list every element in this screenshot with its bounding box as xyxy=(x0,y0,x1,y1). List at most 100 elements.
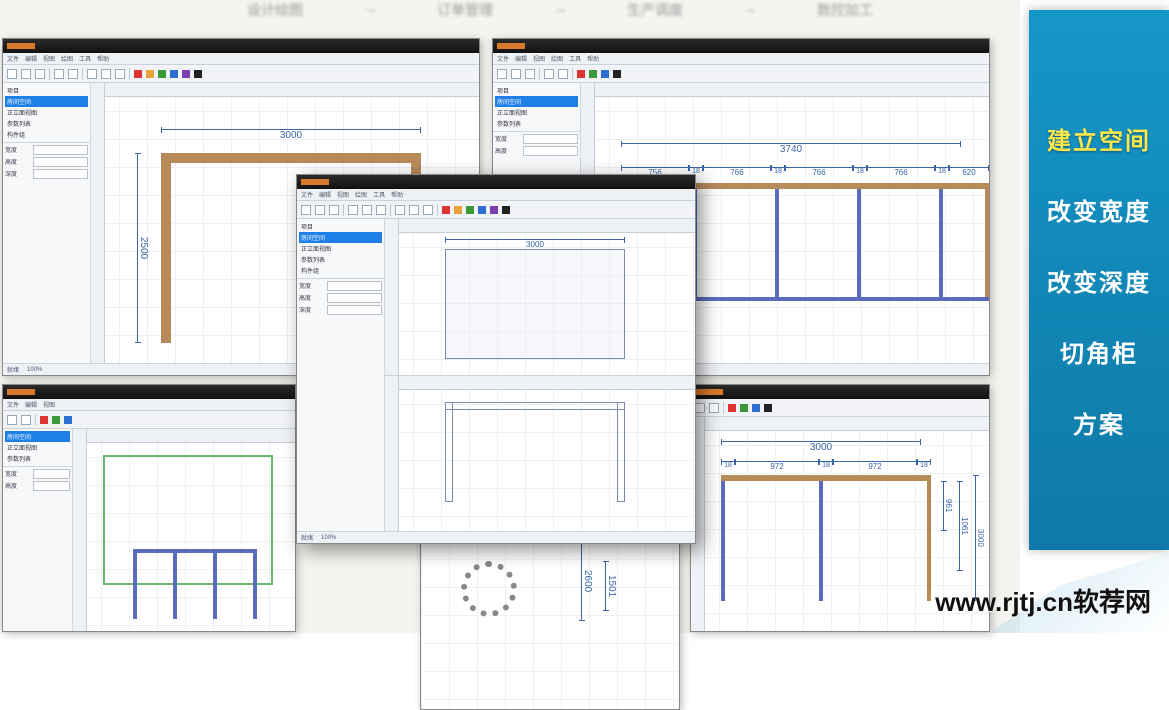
color-swatch[interactable] xyxy=(194,70,202,78)
nav-link-change-depth[interactable]: 改变深度 xyxy=(1047,263,1151,298)
zoom-out-icon[interactable] xyxy=(101,69,111,79)
tree-item-selected[interactable]: 房间空间 xyxy=(5,431,70,442)
save-icon[interactable] xyxy=(329,205,339,215)
nav-link-scheme[interactable]: 方案 xyxy=(1073,405,1125,440)
undo-icon[interactable] xyxy=(54,69,64,79)
color-swatch[interactable] xyxy=(502,206,510,214)
drawing-viewport-elev[interactable] xyxy=(385,376,695,532)
tree-item[interactable]: 正立面视图 xyxy=(299,243,382,254)
color-swatch[interactable] xyxy=(728,404,736,412)
color-swatch[interactable] xyxy=(454,206,462,214)
menubar[interactable]: 文件编辑视图绘图工具帮助 xyxy=(3,53,479,65)
color-swatch[interactable] xyxy=(466,206,474,214)
tree-item[interactable]: 正立面视图 xyxy=(5,442,70,453)
save-icon[interactable] xyxy=(35,69,45,79)
color-swatch[interactable] xyxy=(478,206,486,214)
prop-input[interactable] xyxy=(327,305,382,315)
prop-input[interactable] xyxy=(33,145,88,155)
tree-item[interactable]: 正立面视图 xyxy=(5,107,88,118)
tree-item[interactable]: 构件组 xyxy=(5,129,88,140)
redo-icon[interactable] xyxy=(68,69,78,79)
tree-item-selected[interactable]: 房间空间 xyxy=(5,96,88,107)
color-swatch[interactable] xyxy=(52,416,60,424)
prop-input[interactable] xyxy=(33,157,88,167)
tree-item[interactable]: 项目 xyxy=(495,85,578,96)
toolbar[interactable] xyxy=(3,411,295,429)
drawing-viewport[interactable]: 2600 1501 xyxy=(421,531,679,709)
new-icon[interactable] xyxy=(7,415,17,425)
nav-link-establish-space[interactable]: 建立空间 xyxy=(1047,121,1151,156)
menubar[interactable]: 文件编辑视图 xyxy=(3,399,295,411)
color-swatch[interactable] xyxy=(40,416,48,424)
tree-item[interactable]: 参数列表 xyxy=(5,118,88,129)
zoom-out-icon[interactable] xyxy=(409,205,419,215)
tree-item-selected[interactable]: 房间空间 xyxy=(299,232,382,243)
prop-input[interactable] xyxy=(33,169,88,179)
nav-link-change-width[interactable]: 改变宽度 xyxy=(1047,192,1151,227)
open-icon[interactable] xyxy=(21,69,31,79)
new-icon[interactable] xyxy=(497,69,507,79)
prop-input[interactable] xyxy=(33,481,70,491)
color-swatch[interactable] xyxy=(589,70,597,78)
tree-item[interactable]: 项目 xyxy=(5,85,88,96)
drawing-viewport[interactable] xyxy=(73,429,295,631)
tree-view[interactable]: 房间空间 正立面视图 参数列表 xyxy=(3,429,72,466)
nav-link-corner-cabinet[interactable]: 切角柜 xyxy=(1060,334,1138,369)
color-swatch[interactable] xyxy=(577,70,585,78)
tree-view[interactable]: 项目 房间空间 正立面视图 参数列表 构件组 xyxy=(3,83,90,142)
cut-icon[interactable] xyxy=(348,205,358,215)
color-swatch[interactable] xyxy=(170,70,178,78)
new-icon[interactable] xyxy=(301,205,311,215)
color-swatch[interactable] xyxy=(182,70,190,78)
tree-item[interactable]: 正立面视图 xyxy=(495,107,578,118)
new-icon[interactable] xyxy=(7,69,17,79)
prop-input[interactable] xyxy=(327,281,382,291)
prop-input[interactable] xyxy=(327,293,382,303)
menubar[interactable]: 文件编辑视图绘图工具帮助 xyxy=(297,189,695,201)
color-swatch[interactable] xyxy=(752,404,760,412)
copy-icon[interactable] xyxy=(362,205,372,215)
tree-item[interactable]: 构件组 xyxy=(299,265,382,276)
open-icon[interactable] xyxy=(511,69,521,79)
tree-view[interactable]: 项目 房间空间 正立面视图 参数列表 构件组 xyxy=(297,219,384,278)
prop-input[interactable] xyxy=(523,134,578,144)
toolbar[interactable] xyxy=(3,65,479,83)
tree-item[interactable]: 参数列表 xyxy=(5,453,70,464)
tree-item[interactable]: 参数列表 xyxy=(495,118,578,129)
zoom-out-icon[interactable] xyxy=(558,69,568,79)
tree-item-selected[interactable]: 房间空间 xyxy=(495,96,578,107)
color-swatch[interactable] xyxy=(764,404,772,412)
save-icon[interactable] xyxy=(709,403,719,413)
toolbar[interactable] xyxy=(691,399,989,417)
titlebar[interactable] xyxy=(493,39,989,53)
color-swatch[interactable] xyxy=(146,70,154,78)
open-icon[interactable] xyxy=(315,205,325,215)
tree-item[interactable]: 项目 xyxy=(299,221,382,232)
menubar[interactable]: 文件编辑视图绘图工具帮助 xyxy=(493,53,989,65)
zoom-in-icon[interactable] xyxy=(87,69,97,79)
color-swatch[interactable] xyxy=(442,206,450,214)
titlebar[interactable] xyxy=(691,385,989,399)
color-swatch[interactable] xyxy=(613,70,621,78)
zoom-in-icon[interactable] xyxy=(544,69,554,79)
toolbar[interactable] xyxy=(297,201,695,219)
toolbar[interactable] xyxy=(493,65,989,83)
save-icon[interactable] xyxy=(21,415,31,425)
drawing-viewport-plan[interactable]: 3000 xyxy=(385,219,695,376)
color-swatch[interactable] xyxy=(158,70,166,78)
color-swatch[interactable] xyxy=(64,416,72,424)
color-swatch[interactable] xyxy=(740,404,748,412)
new-icon[interactable] xyxy=(695,403,705,413)
prop-input[interactable] xyxy=(33,469,70,479)
tree-view[interactable]: 项目 房间空间 正立面视图 参数列表 xyxy=(493,83,580,131)
tree-item[interactable]: 参数列表 xyxy=(299,254,382,265)
paste-icon[interactable] xyxy=(376,205,386,215)
zoom-in-icon[interactable] xyxy=(395,205,405,215)
prop-input[interactable] xyxy=(523,146,578,156)
color-swatch[interactable] xyxy=(490,206,498,214)
titlebar[interactable] xyxy=(3,385,295,399)
save-icon[interactable] xyxy=(525,69,535,79)
titlebar[interactable] xyxy=(3,39,479,53)
color-swatch[interactable] xyxy=(601,70,609,78)
color-swatch[interactable] xyxy=(134,70,142,78)
